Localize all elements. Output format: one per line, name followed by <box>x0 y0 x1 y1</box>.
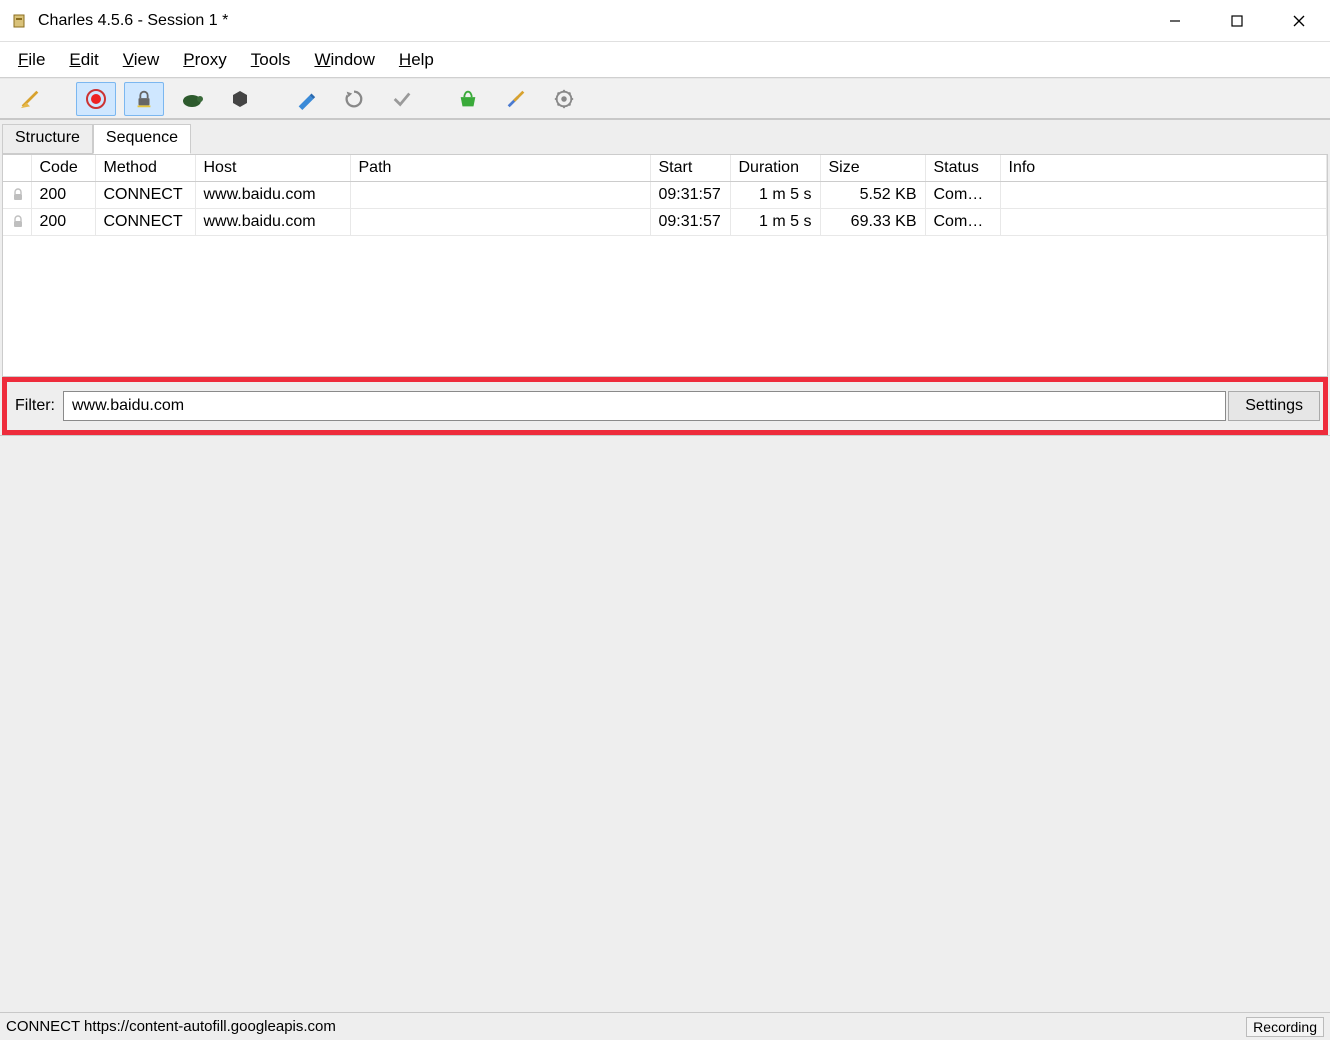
menu-tools[interactable]: Tools <box>241 46 301 74</box>
maximize-button[interactable] <box>1206 0 1268 41</box>
clear-button[interactable] <box>10 82 50 116</box>
filter-input[interactable] <box>63 391 1226 421</box>
table-row[interactable]: 200CONNECTwww.baidu.com 09:31:571 m 5 s5.… <box>3 182 1327 209</box>
gear-icon <box>553 88 575 110</box>
refresh-icon <box>343 88 365 110</box>
cell-code: 200 <box>31 182 95 209</box>
basket-icon <box>457 88 479 110</box>
cell-method: CONNECT <box>95 209 195 236</box>
cell-status: Compl... <box>925 182 1000 209</box>
menu-window[interactable]: Window <box>304 46 384 74</box>
lock-icon <box>3 182 31 209</box>
records-table-wrap: Code Method Host Path Start Duration Siz… <box>2 154 1328 377</box>
cell-method: CONNECT <box>95 182 195 209</box>
titlebar: Charles 4.5.6 - Session 1 * <box>0 0 1330 42</box>
status-recording: Recording <box>1246 1017 1324 1037</box>
statusbar: CONNECT https://content-autofill.googlea… <box>0 1012 1330 1040</box>
col-method[interactable]: Method <box>95 155 195 182</box>
window-title: Charles 4.5.6 - Session 1 * <box>38 12 228 30</box>
cell-info <box>1000 209 1327 236</box>
view-tabs: Structure Sequence <box>2 124 1328 154</box>
cell-duration: 1 m 5 s <box>730 209 820 236</box>
records-table: Code Method Host Path Start Duration Siz… <box>3 155 1327 236</box>
filter-label: Filter: <box>15 397 55 415</box>
session-panel: Structure Sequence Code Method Host Path… <box>0 120 1330 435</box>
validate-button[interactable] <box>382 82 422 116</box>
col-status[interactable]: Status <box>925 155 1000 182</box>
tab-sequence[interactable]: Sequence <box>93 124 191 154</box>
pen-icon <box>295 88 317 110</box>
record-button[interactable] <box>76 82 116 116</box>
turtle-icon <box>180 89 204 109</box>
filter-settings-button[interactable]: Settings <box>1228 391 1320 421</box>
cell-path <box>350 182 650 209</box>
col-size[interactable]: Size <box>820 155 925 182</box>
repeat-button[interactable] <box>334 82 374 116</box>
cell-size: 5.52 KB <box>820 182 925 209</box>
col-host[interactable]: Host <box>195 155 350 182</box>
toolbar <box>0 78 1330 120</box>
menu-view[interactable]: View <box>113 46 170 74</box>
hexagon-icon <box>230 89 250 109</box>
filter-row: Filter: Focused <box>7 382 1323 430</box>
cell-host: www.baidu.com <box>195 182 350 209</box>
cell-size: 69.33 KB <box>820 209 925 236</box>
tools-button[interactable] <box>448 82 488 116</box>
wrench-icon <box>505 88 527 110</box>
menu-edit[interactable]: Edit <box>59 46 108 74</box>
table-row[interactable]: 200CONNECTwww.baidu.com 09:31:571 m 5 s69… <box>3 209 1327 236</box>
app-icon <box>10 12 28 30</box>
throttle-button[interactable] <box>172 82 212 116</box>
highlight-annotation: Filter: Focused <box>2 377 1328 435</box>
close-button[interactable] <box>1268 0 1330 41</box>
settings-button[interactable] <box>544 82 584 116</box>
tool-config-button[interactable] <box>496 82 536 116</box>
cell-code: 200 <box>31 209 95 236</box>
menu-help[interactable]: Help <box>389 46 444 74</box>
breakpoints-button[interactable] <box>220 82 260 116</box>
menu-file[interactable]: File <box>8 46 55 74</box>
tab-structure[interactable]: Structure <box>2 124 93 154</box>
cell-host: www.baidu.com <box>195 209 350 236</box>
broom-icon <box>19 88 41 110</box>
record-icon <box>85 88 107 110</box>
menubar: File Edit View Proxy Tools Window Help <box>0 42 1330 78</box>
lock-icon <box>3 209 31 236</box>
status-left: CONNECT https://content-autofill.googlea… <box>6 1018 336 1035</box>
col-code[interactable]: Code <box>31 155 95 182</box>
cell-status: Compl... <box>925 209 1000 236</box>
col-duration[interactable]: Duration <box>730 155 820 182</box>
compose-button[interactable] <box>286 82 326 116</box>
window-controls <box>1144 0 1330 41</box>
col-lock[interactable] <box>3 155 31 182</box>
col-info[interactable]: Info <box>1000 155 1327 182</box>
check-icon <box>391 88 413 110</box>
cell-path <box>350 209 650 236</box>
detail-pane <box>0 435 1330 1012</box>
lock-icon <box>133 88 155 110</box>
col-start[interactable]: Start <box>650 155 730 182</box>
cell-start: 09:31:57 <box>650 182 730 209</box>
minimize-button[interactable] <box>1144 0 1206 41</box>
table-header-row: Code Method Host Path Start Duration Siz… <box>3 155 1327 182</box>
col-path[interactable]: Path <box>350 155 650 182</box>
cell-start: 09:31:57 <box>650 209 730 236</box>
cell-info <box>1000 182 1327 209</box>
ssl-proxying-button[interactable] <box>124 82 164 116</box>
menu-proxy[interactable]: Proxy <box>173 46 236 74</box>
cell-duration: 1 m 5 s <box>730 182 820 209</box>
